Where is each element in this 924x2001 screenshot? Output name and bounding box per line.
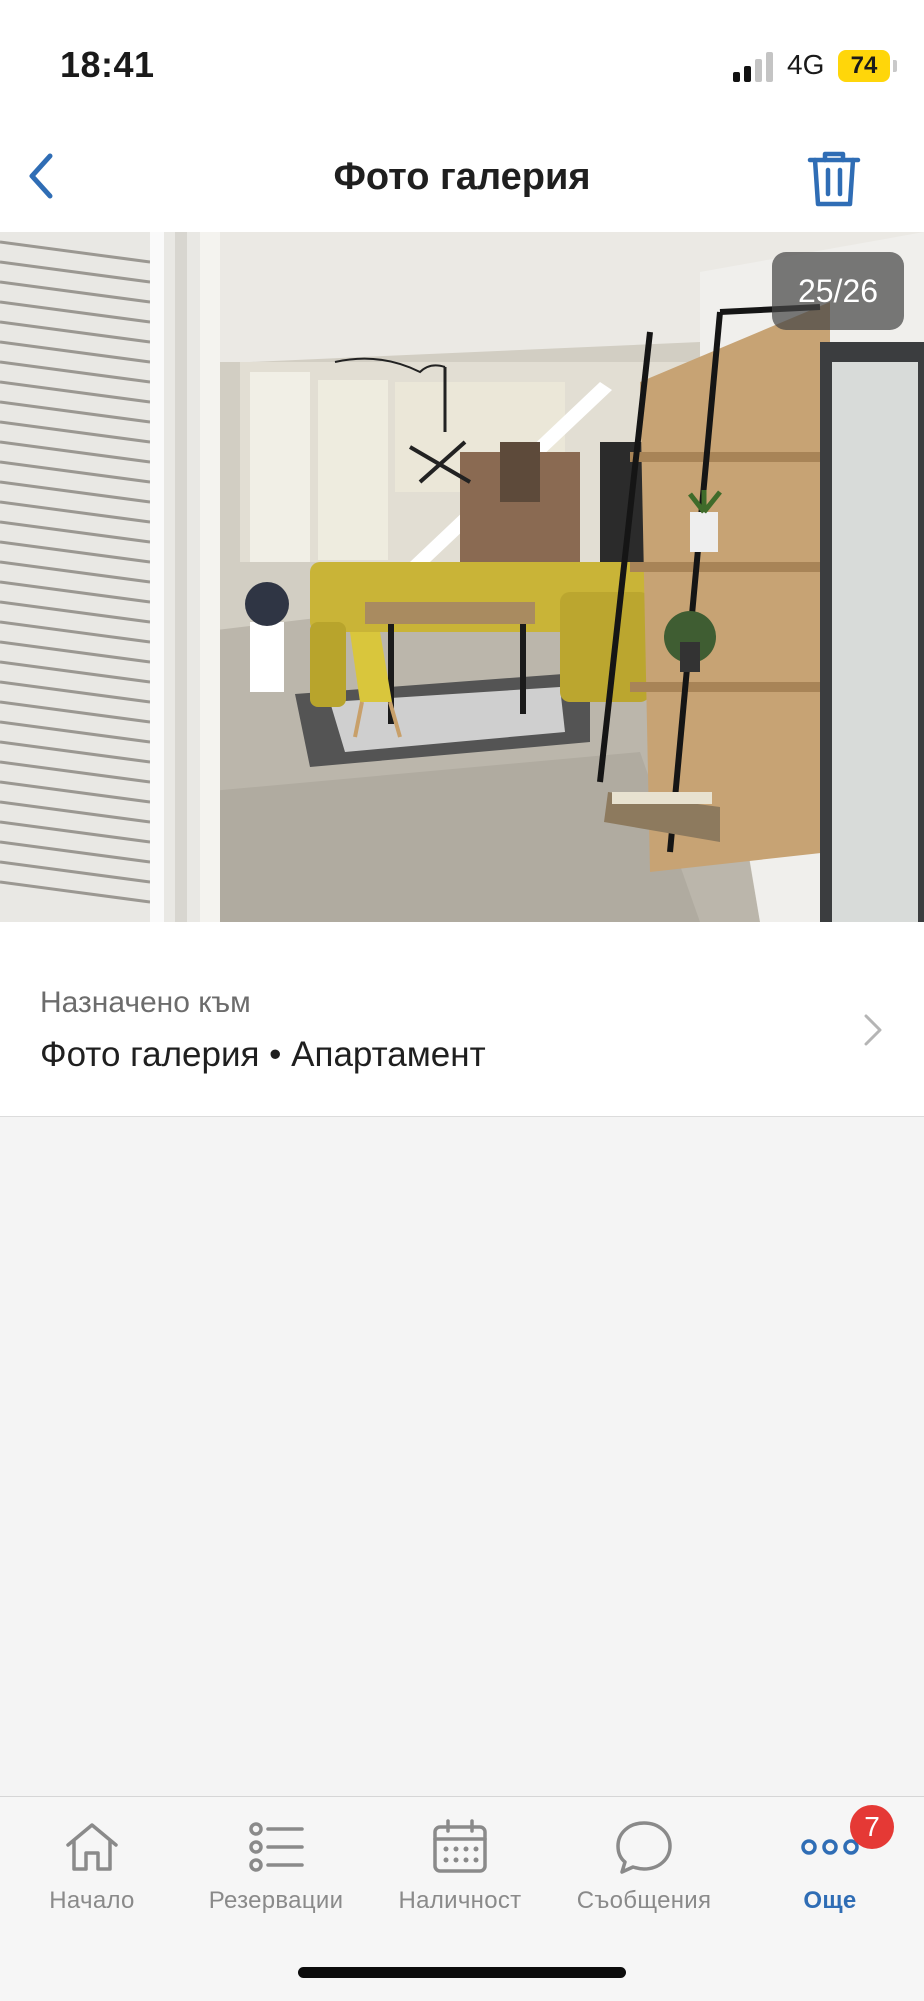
assigned-to-label: Назначено към [40,986,251,1019]
signal-icon [733,52,773,82]
gallery-photo[interactable] [0,232,924,922]
list-icon [249,1822,304,1872]
status-bar: 18:41 4G 74 [0,0,924,120]
assigned-to-row[interactable]: Назначено към Фото галерия • Апартамент [0,922,924,1117]
photo-counter: 25/26 [772,252,904,330]
delete-button[interactable] [802,146,866,210]
tab-reservations-label: Резервации [208,1887,344,1914]
tab-availability[interactable]: Наличност [368,1797,552,1947]
chevron-right-icon [864,1014,882,1046]
home-icon [66,1823,118,1871]
chat-bubble-icon [616,1821,672,1874]
network-label: 4G [787,49,825,80]
page-title: Фото галерия [333,156,591,198]
notification-badge: 7 [850,1805,894,1849]
battery-icon: 74 [838,50,890,82]
navigation-bar: Фото галерия [0,120,924,232]
battery-tip [893,60,897,72]
tab-more[interactable]: Още [738,1797,922,1947]
home-indicator [298,1967,626,1978]
tab-home-label: Начало [49,1887,135,1914]
tab-availability-label: Наличност [398,1887,522,1914]
tab-messages[interactable]: Съобщения [552,1797,736,1947]
tab-messages-label: Съобщения [576,1887,712,1914]
calendar-icon [433,1819,487,1873]
tab-more-label: Още [803,1887,857,1914]
tab-reservations[interactable]: Резервации [184,1797,368,1947]
tab-home[interactable]: Начало [0,1797,184,1947]
assigned-to-value: Фото галерия • Апартамент [40,1035,486,1074]
trash-icon [807,151,861,207]
status-time: 18:41 [60,44,155,85]
